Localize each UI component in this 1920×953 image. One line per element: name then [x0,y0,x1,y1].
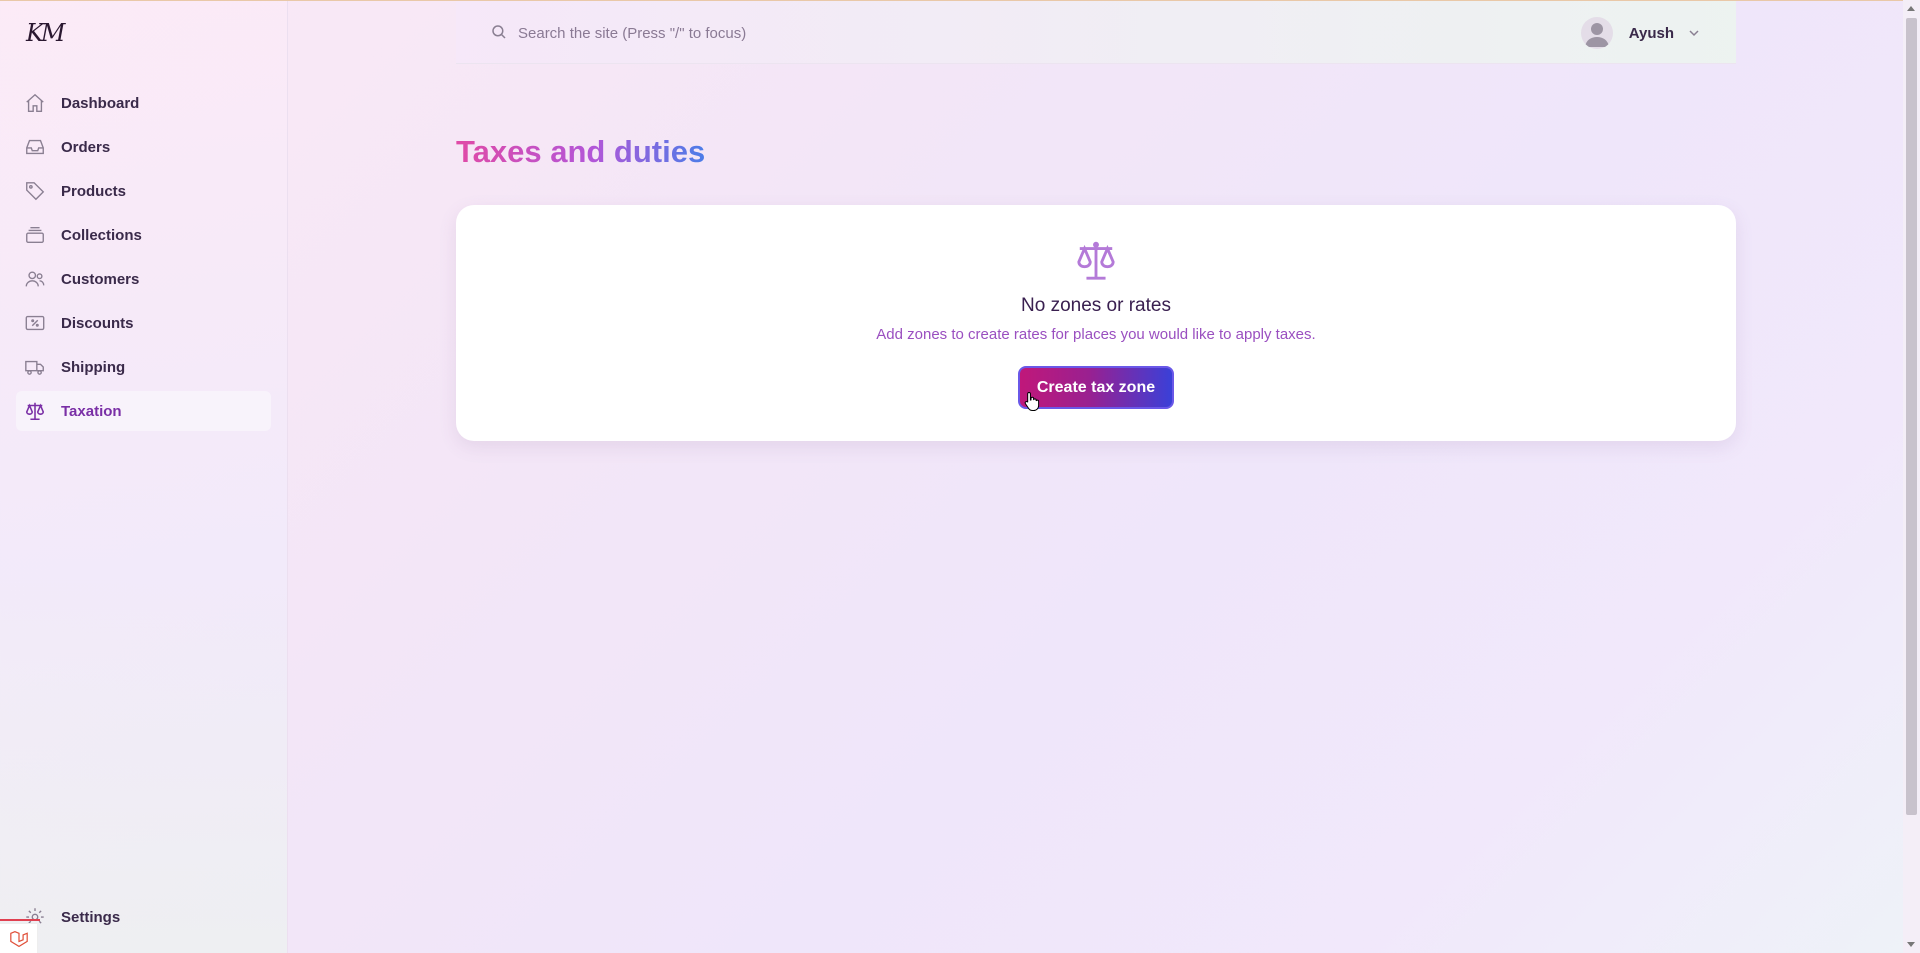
sidebar-item-label: Collections [61,226,142,244]
truck-icon [25,360,44,375]
empty-state-description: Add zones to create rates for places you… [876,326,1316,343]
scroll-down-arrow[interactable] [1907,942,1915,947]
debug-toolbar-toggle[interactable] [0,923,38,953]
sidebar-item-customers[interactable]: Customers [16,259,271,299]
laravel-icon [9,930,28,948]
sidebar-item-label: Products [61,182,127,200]
empty-state-card: No zones or rates Add zones to create ra… [456,205,1736,441]
sidebar-item-settings[interactable]: Settings [24,906,120,928]
scroll-up-arrow[interactable] [1907,6,1915,11]
sidebar-item-label: Taxation [61,402,122,420]
inbox-icon [26,139,44,155]
ticket-icon [25,315,45,331]
top-header: Ayush [456,1,1736,64]
tag-icon [26,182,45,201]
search-icon [492,25,506,39]
sidebar-item-shipping[interactable]: Shipping [16,347,271,387]
users-icon [25,271,45,287]
sidebar-item-label: Shipping [61,358,126,376]
sidebar-item-orders[interactable]: Orders [16,127,271,167]
home-icon [26,93,44,112]
sidebar: KM Dashboard Orders Products Collections… [0,1,288,953]
sidebar-item-label: Dashboard [61,94,140,112]
create-tax-zone-button[interactable]: Create tax zone [1018,366,1174,409]
sidebar-item-taxation[interactable]: Taxation [16,391,271,431]
settings-label: Settings [61,908,121,926]
user-name: Ayush [1628,24,1674,42]
page-title: Taxes and duties [456,134,706,169]
sidebar-item-collections[interactable]: Collections [16,215,271,255]
stack-icon [26,226,44,244]
sidebar-item-discounts[interactable]: Discounts [16,303,271,343]
hand-cursor-icon [1024,391,1040,411]
chevron-down-icon [1689,30,1699,37]
scale-icon [1077,241,1115,280]
sidebar-nav: Dashboard Orders Products Collections Cu… [16,83,271,435]
scrollbar-thumb[interactable] [1906,18,1917,815]
user-menu[interactable]: Ayush [1580,17,1700,49]
sidebar-item-label: Customers [61,270,140,288]
sidebar-item-label: Orders [61,138,111,156]
debug-bar-accent [0,919,40,921]
sidebar-item-products[interactable]: Products [16,171,271,211]
page-scrollbar[interactable] [1903,0,1920,953]
avatar [1580,17,1613,49]
sidebar-item-dashboard[interactable]: Dashboard [16,83,271,123]
user-avatar-icon [1584,23,1609,47]
search-input[interactable] [518,19,1118,47]
sidebar-item-label: Discounts [61,314,134,332]
brand-logo[interactable]: KM [26,19,65,47]
scale-icon [25,402,45,421]
empty-state-title: No zones or rates [1021,295,1171,316]
